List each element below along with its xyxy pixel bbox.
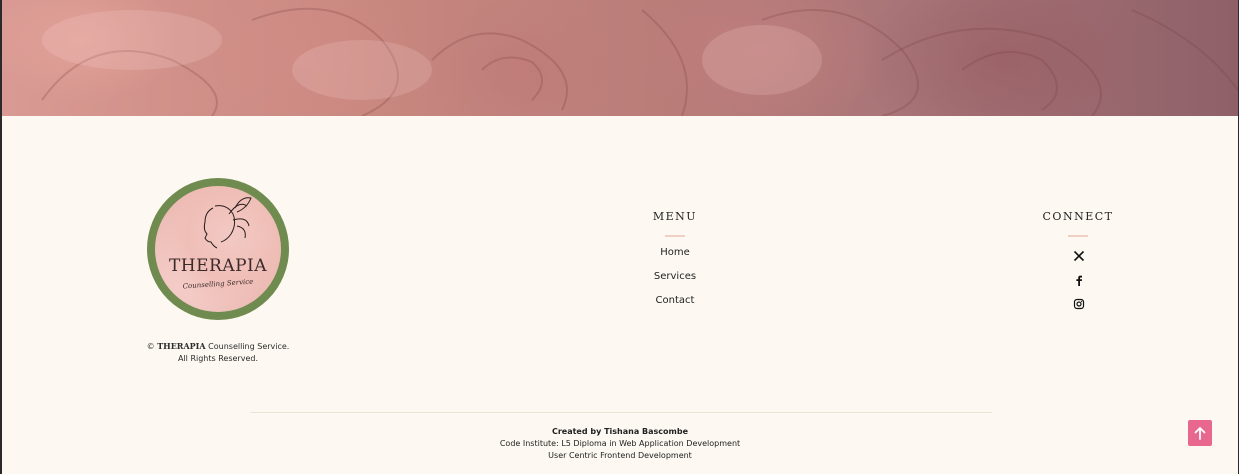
menu-heading-underline: [665, 235, 685, 237]
menu-link-services[interactable]: Services: [635, 271, 715, 282]
credits-course: Code Institute: L5 Diploma in Web Applic…: [499, 439, 741, 448]
footer-brand-column: THERAPIA Counselling Service: [147, 178, 289, 320]
menu-link-home[interactable]: Home: [635, 247, 715, 258]
woman-face-line-art-icon: [203, 197, 252, 249]
roses-pattern: [41, 7, 1238, 116]
copyright-brand: THERAPIA: [157, 341, 206, 351]
rights-reserved: All Rights Reserved.: [177, 354, 258, 363]
connect-heading: CONNECT: [1042, 210, 1114, 223]
credits-module: User Centric Frontend Development: [548, 451, 692, 460]
menu-heading: MENU: [652, 210, 698, 223]
instagram-icon[interactable]: [1073, 295, 1085, 310]
facebook-icon[interactable]: [1073, 271, 1085, 286]
credits-author: Created by Tishana Bascombe: [551, 427, 689, 436]
copyright-line-1: © THERAPIA Counselling Service.: [142, 340, 294, 353]
logo-watercolor: THERAPIA Counselling Service: [155, 186, 281, 312]
back-to-top-button[interactable]: [1188, 420, 1212, 446]
copyright-text: © THERAPIA Counselling Service. All Righ…: [142, 340, 294, 365]
menu-link-contact[interactable]: Contact: [635, 295, 715, 306]
footer-divider: [250, 412, 992, 413]
therapia-logo[interactable]: THERAPIA Counselling Service: [147, 178, 289, 320]
hero-roses-image: [2, 0, 1238, 116]
copyright-rest: Counselling Service.: [208, 342, 290, 351]
page-frame: THERAPIA Counselling Service © THERAPIA …: [2, 0, 1238, 474]
x-twitter-icon[interactable]: [1073, 247, 1085, 262]
connect-heading-underline: [1068, 235, 1088, 237]
logo-title: THERAPIA: [168, 256, 268, 276]
arrow-up-icon: [1194, 427, 1206, 440]
copyright-symbol: ©: [146, 342, 155, 351]
credits: Created by Tishana Bascombe Code Institu…: [402, 426, 838, 462]
